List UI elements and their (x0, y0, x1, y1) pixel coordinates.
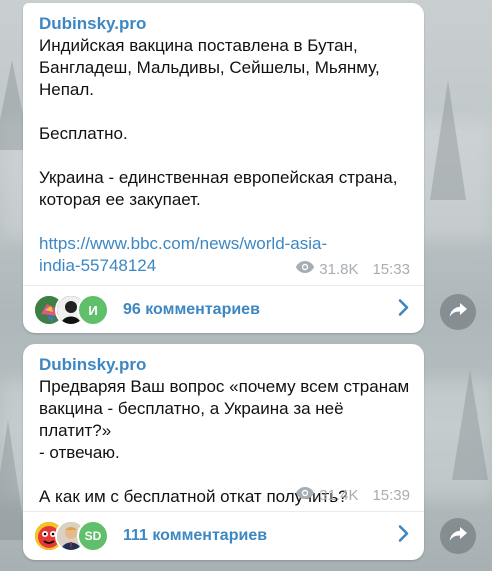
views-count: 31.8K (319, 260, 359, 278)
share-arrow-icon (448, 301, 468, 324)
views-eye-icon (295, 260, 315, 279)
letter-avatar: И (77, 294, 109, 326)
channel-post: Dubinsky.pro Индийская вакцина поставлен… (23, 3, 424, 333)
chevron-right-icon (398, 525, 410, 548)
post-meta: 31.8K 15:33 (295, 260, 410, 279)
chevron-right-icon (398, 299, 410, 322)
comments-count-label: 96 комментариев (123, 301, 260, 318)
post-time: 15:33 (372, 260, 410, 278)
commenter-avatars: SD (33, 520, 113, 552)
views-count: 31.4K (319, 486, 359, 504)
channel-post: Dubinsky.pro Предваряя Ваш вопрос «почем… (23, 344, 424, 560)
share-arrow-icon (448, 525, 468, 548)
share-button[interactable] (440, 294, 476, 330)
post-time: 15:39 (372, 486, 410, 504)
comments-button[interactable]: И 96 комментариев (23, 286, 424, 333)
comments-button[interactable]: SD 111 комментариев (23, 512, 424, 560)
commenter-avatars: И (33, 294, 113, 326)
background-tree (430, 80, 466, 200)
post-text: Индийская вакцина поставлена в Бутан, Ба… (39, 36, 398, 209)
background-tree (452, 370, 488, 480)
post-meta: 31.4K 15:39 (295, 486, 410, 505)
channel-name[interactable]: Dubinsky.pro (39, 13, 410, 35)
channel-name[interactable]: Dubinsky.pro (39, 354, 410, 376)
share-button[interactable] (440, 518, 476, 554)
letter-avatar: SD (77, 520, 109, 552)
views-eye-icon (295, 486, 315, 505)
comments-count-label: 111 комментариев (123, 527, 268, 544)
